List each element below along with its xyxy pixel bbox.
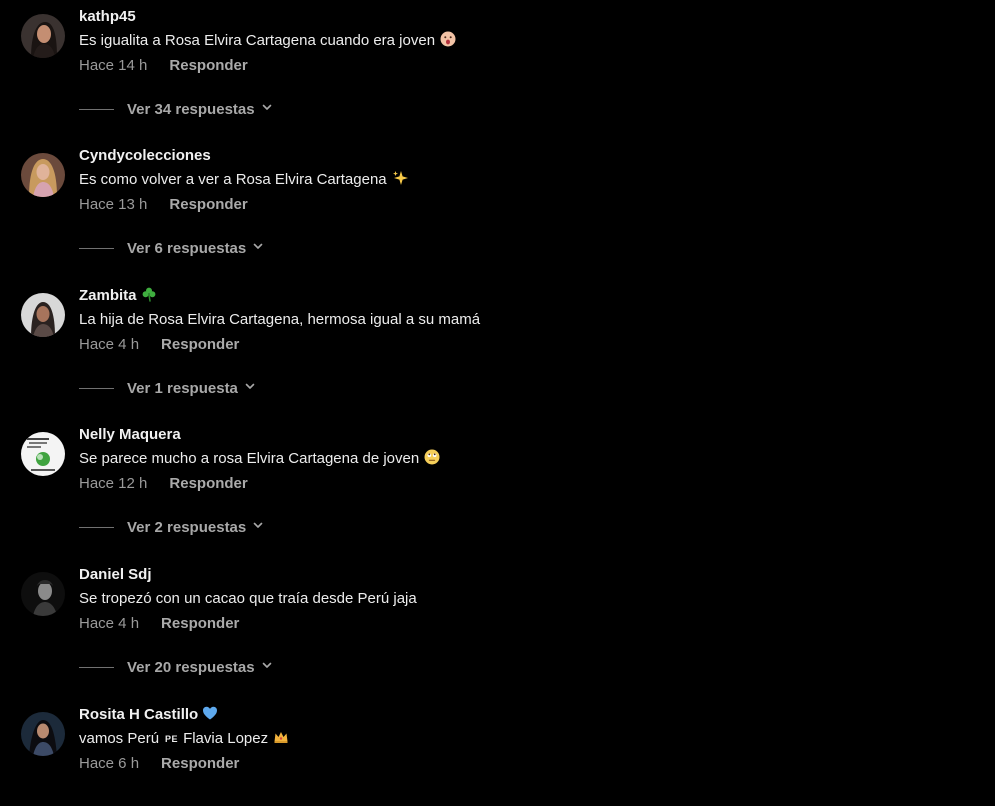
avatar[interactable] [21, 293, 65, 337]
reply-button[interactable]: Responder [169, 196, 247, 213]
comment-time: Hace 4 h [79, 336, 140, 353]
face-rolling-eyes-icon [424, 449, 440, 471]
replies-divider [79, 666, 114, 668]
comment-time: Hace 13 h [79, 196, 148, 213]
comment-meta: Hace 6 h Responder [79, 754, 239, 774]
crown-icon [273, 729, 289, 751]
peru-flag-tag: PE [165, 734, 179, 744]
reply-button[interactable]: Responder [161, 615, 239, 632]
comment-meta: Hace 12 h Responder [79, 474, 248, 494]
reply-button[interactable]: Responder [161, 336, 239, 353]
comment-text: La hija de Rosa Elvira Cartagena, hermos… [79, 311, 481, 328]
comment-author[interactable]: Daniel Sdj [79, 565, 152, 585]
comment-author[interactable]: Zambita [79, 286, 157, 308]
comment-text-part: vamos Perú [79, 730, 160, 747]
blue-heart-icon [202, 705, 218, 727]
comments-list: kathp45 Es igualita a Rosa Elvira Cartag… [0, 0, 995, 806]
replies-divider [79, 247, 114, 249]
view-replies-button[interactable]: Ver 1 respuesta [79, 378, 256, 398]
comment-time: Hace 12 h [79, 475, 148, 492]
comment-text: vamos Perú PE Flavia Lopez [79, 729, 289, 751]
comment-time: Hace 14 h [79, 57, 148, 74]
comment-author-name: Rosita H Castillo [79, 706, 199, 723]
comment-author[interactable]: Cyndycolecciones [79, 146, 211, 166]
comment-meta: Hace 4 h Responder [79, 614, 239, 634]
comment-text-body: Se parece mucho a rosa Elvira Cartagena … [79, 450, 420, 467]
avatar[interactable] [21, 14, 65, 58]
chevron-down-icon [252, 518, 264, 536]
avatar[interactable] [21, 432, 65, 476]
chevron-down-icon [244, 379, 256, 397]
view-replies-button[interactable]: Ver 34 respuestas [79, 99, 273, 119]
avatar[interactable] [21, 153, 65, 197]
view-replies-button[interactable]: Ver 20 respuestas [79, 657, 273, 677]
view-replies-button[interactable]: Ver 6 respuestas [79, 238, 264, 258]
view-replies-label: Ver 1 respuesta [127, 379, 238, 397]
replies-divider [79, 526, 114, 528]
comment-author[interactable]: Nelly Maquera [79, 425, 181, 445]
comment-text-part: Flavia Lopez [183, 730, 269, 747]
chevron-down-icon [252, 239, 264, 257]
avatar[interactable] [21, 572, 65, 616]
replies-divider [79, 387, 114, 389]
comment-time: Hace 4 h [79, 615, 140, 632]
view-replies-label: Ver 6 respuestas [127, 239, 247, 257]
comment-author[interactable]: Rosita H Castillo [79, 705, 218, 727]
comment-author[interactable]: kathp45 [79, 7, 136, 27]
view-replies-label: Ver 20 respuestas [127, 658, 255, 676]
shamrock-icon [141, 286, 157, 308]
comment-text: Se parece mucho a rosa Elvira Cartagena … [79, 449, 440, 471]
comment-text-body: Es como volver a ver a Rosa Elvira Carta… [79, 171, 387, 188]
avatar[interactable] [21, 712, 65, 756]
comment-text: Es como volver a ver a Rosa Elvira Carta… [79, 170, 408, 192]
reply-button[interactable]: Responder [169, 475, 247, 492]
view-replies-label: Ver 34 respuestas [127, 100, 255, 118]
view-replies-button[interactable]: Ver 2 respuestas [79, 517, 264, 537]
comment-author-name: Zambita [79, 287, 137, 304]
chevron-down-icon [261, 100, 273, 118]
comment-time: Hace 6 h [79, 755, 140, 772]
comment-meta: Hace 13 h Responder [79, 195, 248, 215]
reply-button[interactable]: Responder [161, 755, 239, 772]
astonished-face-icon [440, 31, 456, 53]
replies-divider [79, 108, 114, 110]
comment-meta: Hace 14 h Responder [79, 56, 248, 76]
chevron-down-icon [261, 658, 273, 676]
reply-button[interactable]: Responder [169, 57, 247, 74]
comment-text-body: Es igualita a Rosa Elvira Cartagena cuan… [79, 32, 436, 49]
view-replies-label: Ver 2 respuestas [127, 518, 247, 536]
comment-text: Es igualita a Rosa Elvira Cartagena cuan… [79, 31, 456, 53]
comment-meta: Hace 4 h Responder [79, 335, 239, 355]
comment-text: Se tropezó con un cacao que traía desde … [79, 590, 417, 607]
sparkles-icon [392, 170, 408, 192]
